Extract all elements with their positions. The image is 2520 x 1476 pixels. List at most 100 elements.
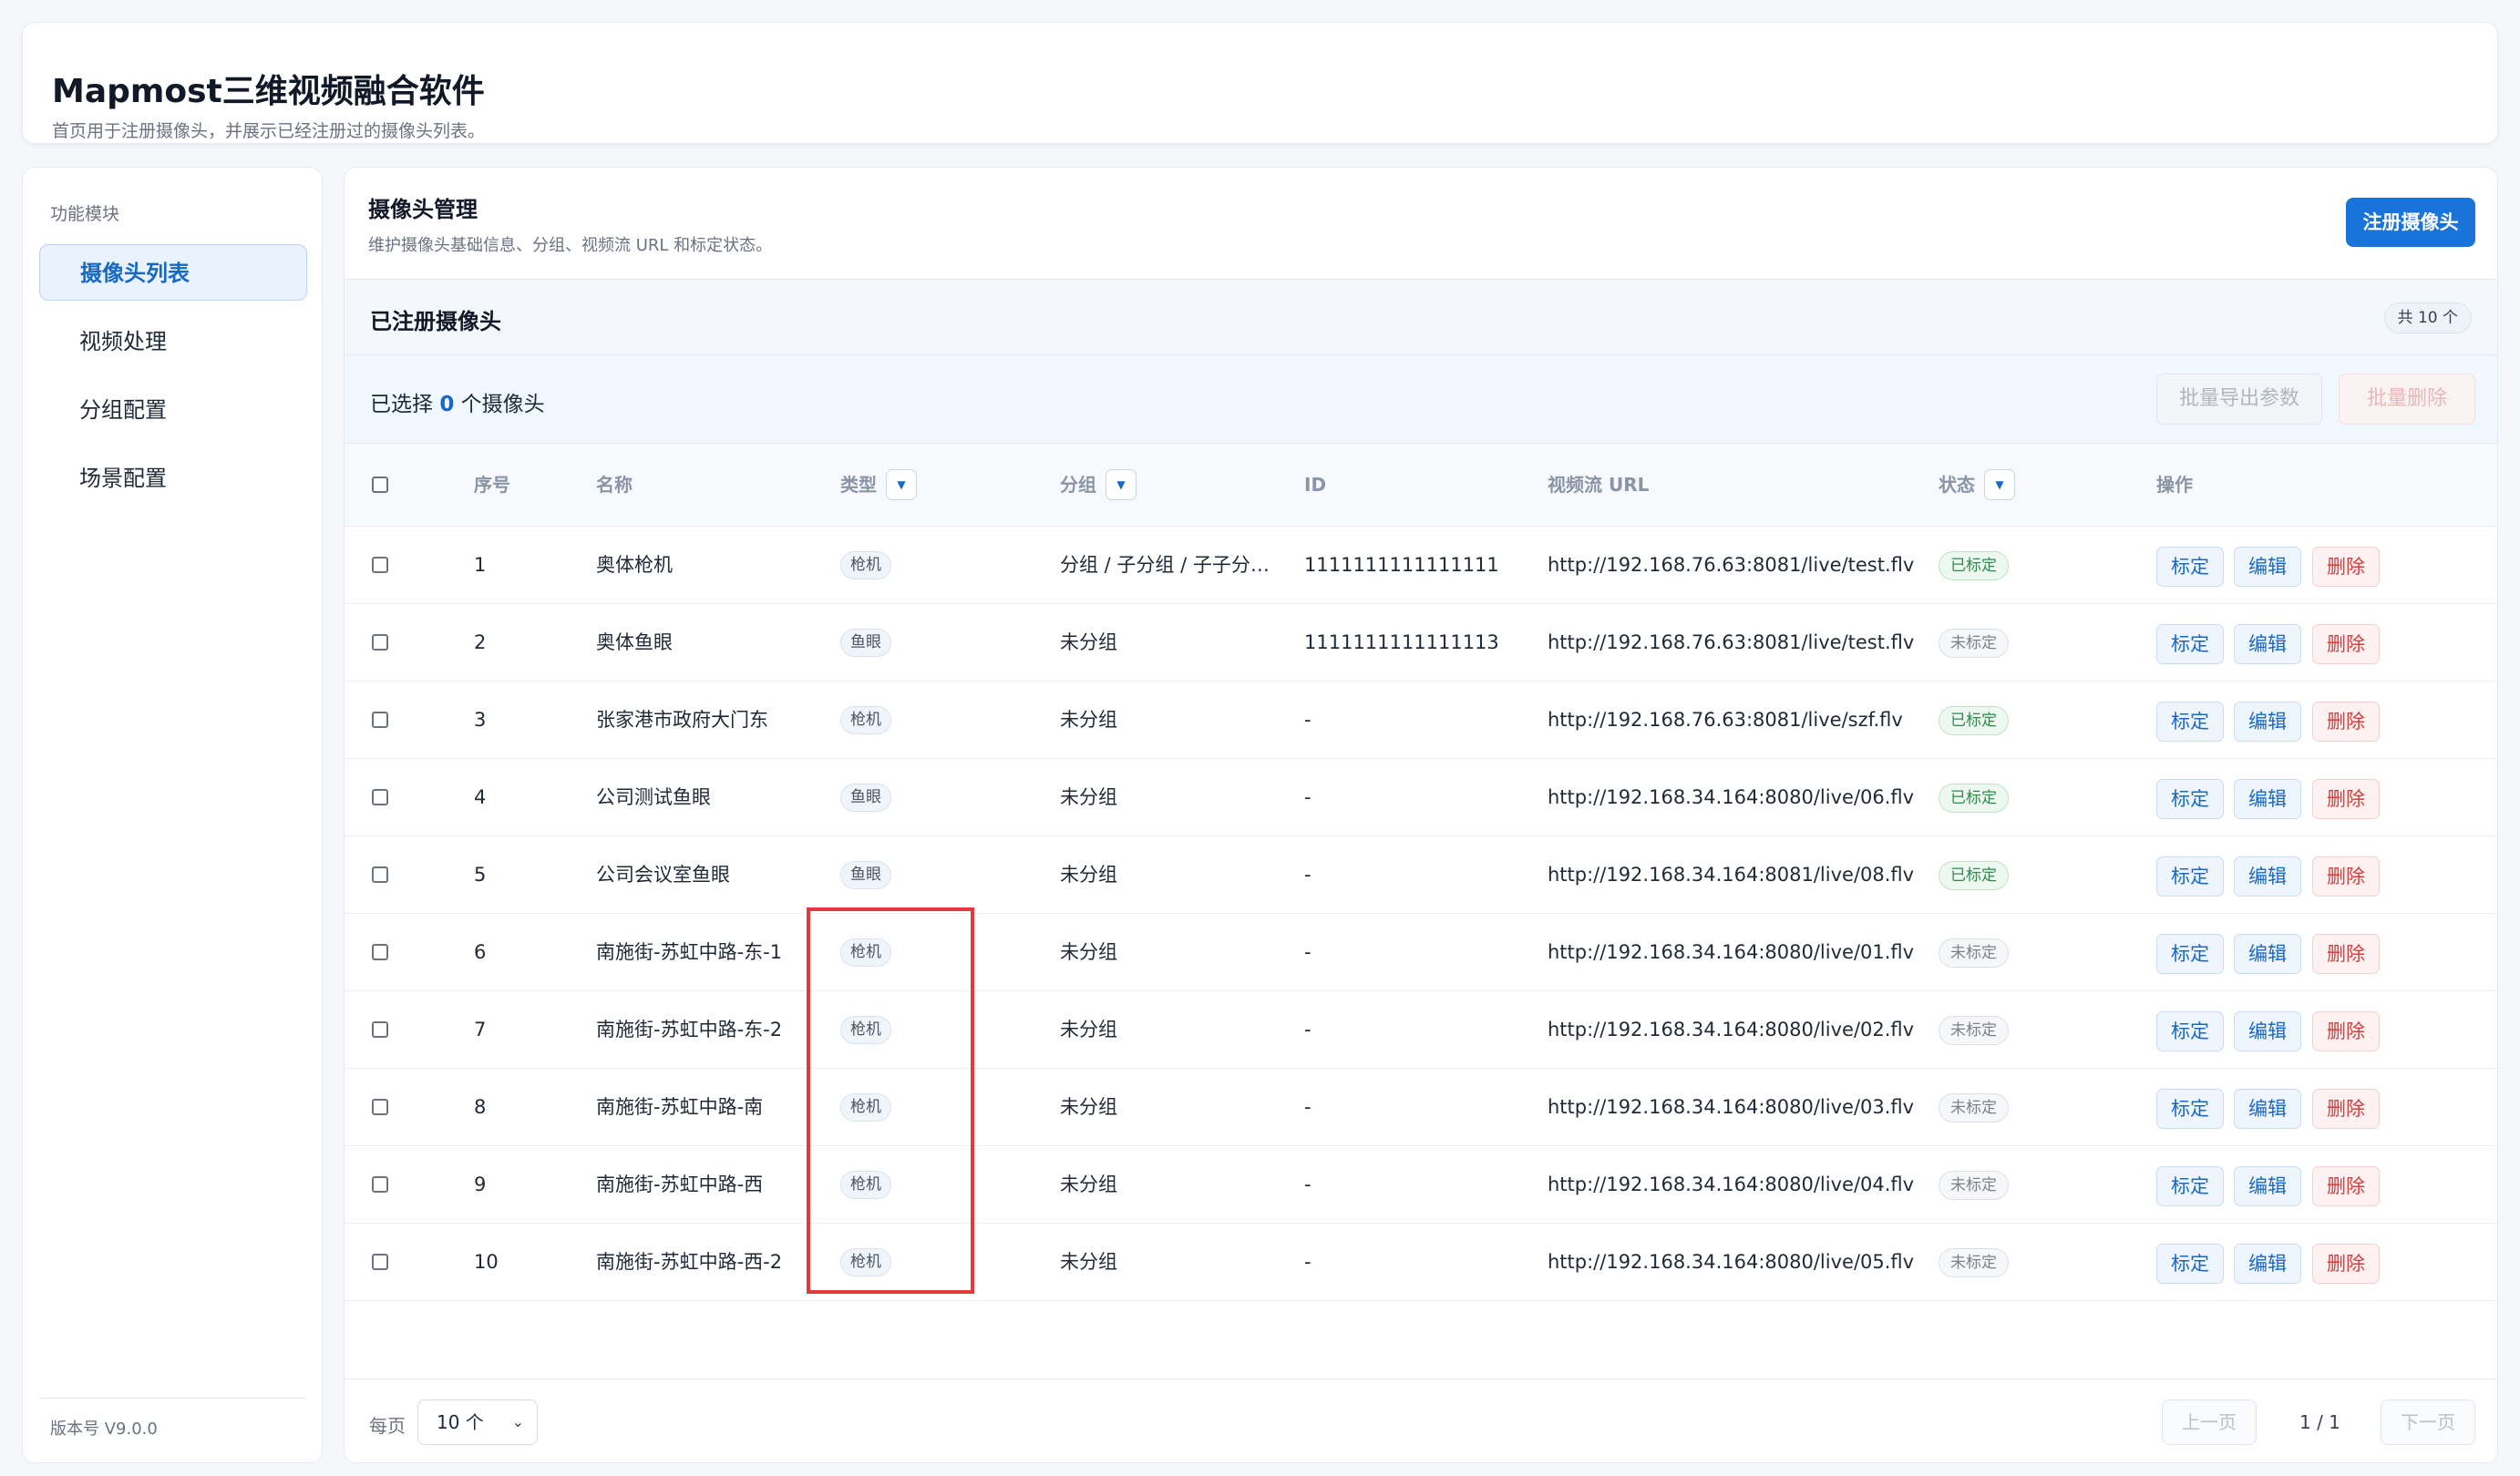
cell-id: 1111111111111113	[1304, 631, 1499, 653]
batch-export-button[interactable]: 批量导出参数	[2156, 374, 2322, 425]
calibrate-button[interactable]: 标定	[2156, 779, 2224, 819]
selection-text: 已选择 0 个摄像头	[370, 386, 545, 417]
cell-url: http://192.168.76.63:8081/live/szf.flv	[1548, 709, 1903, 731]
row-checkbox[interactable]	[372, 712, 388, 728]
pagination-bar: 每页 10 个 ⌄ 上一页 1 / 1 下一页	[345, 1379, 2497, 1462]
cell-url: http://192.168.34.164:8080/live/01.flv	[1548, 941, 1915, 963]
edit-button[interactable]: 编辑	[2234, 624, 2301, 664]
row-checkbox[interactable]	[372, 1021, 388, 1038]
calibrate-button[interactable]: 标定	[2156, 1089, 2224, 1129]
sidebar-item-video-processing[interactable]: 视频处理	[39, 313, 307, 370]
type-badge: 枪机	[840, 1093, 891, 1122]
delete-button[interactable]: 删除	[2312, 547, 2380, 587]
calibrate-button[interactable]: 标定	[2156, 934, 2224, 974]
app-title: Mapmost三维视频融合软件	[52, 73, 485, 110]
type-badge: 枪机	[840, 938, 891, 967]
type-badge: 鱼眼	[840, 629, 891, 657]
type-filter-chevron-down-icon[interactable]: ▼	[886, 468, 917, 500]
edit-button[interactable]: 编辑	[2234, 702, 2301, 742]
edit-button[interactable]: 编辑	[2234, 1011, 2301, 1051]
status-badge: 已标定	[1939, 551, 2009, 580]
row-checkbox[interactable]	[372, 1176, 388, 1193]
delete-button[interactable]: 删除	[2312, 1244, 2380, 1284]
type-badge: 枪机	[840, 1248, 891, 1276]
delete-button[interactable]: 删除	[2312, 856, 2380, 897]
cell-group: 分组 / 子分组 / 子子分…	[1060, 554, 1270, 576]
calibrate-button[interactable]: 标定	[2156, 1166, 2224, 1206]
row-checkbox[interactable]	[372, 557, 388, 573]
row-checkbox[interactable]	[372, 789, 388, 805]
delete-button[interactable]: 删除	[2312, 1166, 2380, 1206]
edit-button[interactable]: 编辑	[2234, 779, 2301, 819]
cell-name: 南施街-苏虹中路-西-2	[596, 1251, 783, 1273]
header-index: 序号	[474, 474, 510, 496]
row-checkbox[interactable]	[372, 866, 388, 883]
page-info: 1 / 1	[2299, 1411, 2340, 1433]
per-page-select[interactable]: 10 个 ⌄	[417, 1399, 538, 1445]
table-row: 6 南施街-苏虹中路-东-1 枪机 未分组 - http://192.168.34.164…	[345, 914, 2497, 991]
calibrate-button[interactable]: 标定	[2156, 702, 2224, 742]
calibrate-button[interactable]: 标定	[2156, 624, 2224, 664]
cell-index: 8	[474, 1096, 487, 1118]
selection-prefix: 已选择	[370, 393, 433, 416]
table-row: 2 奥体鱼眼 鱼眼 未分组 1111111111111113 http://192.168…	[345, 604, 2497, 682]
select-all-checkbox[interactable]	[372, 477, 388, 493]
status-filter-chevron-down-icon[interactable]: ▼	[1984, 468, 2015, 500]
table-row: 5 公司会议室鱼眼 鱼眼 未分组 - http://192.168.34.164:8081…	[345, 836, 2497, 914]
edit-button[interactable]: 编辑	[2234, 547, 2301, 587]
register-camera-button[interactable]: 注册摄像头	[2346, 198, 2475, 247]
table-row: 4 公司测试鱼眼 鱼眼 未分组 - http://192.168.34.164:8080/…	[345, 759, 2497, 836]
cell-id: -	[1304, 709, 1311, 731]
row-checkbox[interactable]	[372, 634, 388, 651]
cell-id: -	[1304, 1096, 1311, 1118]
calibrate-button[interactable]: 标定	[2156, 1011, 2224, 1051]
cell-name: 南施街-苏虹中路-东-1	[596, 941, 783, 963]
table-row: 8 南施街-苏虹中路-南 枪机 未分组 - http://192.168.34.164:8…	[345, 1069, 2497, 1146]
prev-page-button[interactable]: 上一页	[2162, 1399, 2257, 1445]
group-filter-chevron-down-icon[interactable]: ▼	[1106, 468, 1137, 500]
table-row: 10 南施街-苏虹中路-西-2 枪机 未分组 - http://192.168.34.16…	[345, 1224, 2497, 1301]
cell-url: http://192.168.34.164:8080/live/06.flv	[1548, 786, 1915, 808]
batch-delete-button[interactable]: 批量删除	[2339, 374, 2475, 425]
cell-id: 1111111111111111	[1304, 554, 1499, 576]
sidebar-item-group-config[interactable]: 分组配置	[39, 382, 307, 438]
edit-button[interactable]: 编辑	[2234, 934, 2301, 974]
delete-button[interactable]: 删除	[2312, 624, 2380, 664]
cell-url: http://192.168.34.164:8081/live/08.flv	[1548, 864, 1915, 886]
edit-button[interactable]: 编辑	[2234, 1244, 2301, 1284]
status-badge: 未标定	[1939, 629, 2009, 658]
cell-group: 未分组	[1060, 1174, 1117, 1195]
status-badge: 未标定	[1939, 1248, 2009, 1277]
row-checkbox[interactable]	[372, 944, 388, 960]
cell-group: 未分组	[1060, 631, 1117, 653]
sidebar-item-camera-list[interactable]: 摄像头列表	[39, 244, 307, 301]
delete-button[interactable]: 删除	[2312, 779, 2380, 819]
header-url: 视频流 URL	[1548, 474, 1650, 496]
next-page-button[interactable]: 下一页	[2381, 1399, 2475, 1445]
cell-id: -	[1304, 786, 1311, 808]
cell-url: http://192.168.76.63:8081/live/test.flv	[1548, 554, 1915, 576]
row-checkbox[interactable]	[372, 1099, 388, 1115]
calibrate-button[interactable]: 标定	[2156, 547, 2224, 587]
type-badge: 枪机	[840, 551, 891, 579]
calibrate-button[interactable]: 标定	[2156, 1244, 2224, 1284]
type-badge: 鱼眼	[840, 861, 891, 889]
edit-button[interactable]: 编辑	[2234, 1089, 2301, 1129]
cell-name: 奥体枪机	[596, 554, 673, 576]
header-name: 名称	[596, 474, 633, 496]
calibrate-button[interactable]: 标定	[2156, 856, 2224, 897]
header-group: 分组 ▼	[1060, 444, 1137, 527]
edit-button[interactable]: 编辑	[2234, 1166, 2301, 1206]
section-subtitle: 维护摄像头基础信息、分组、视频流 URL 和标定状态。	[368, 236, 773, 255]
sidebar-item-scene-config[interactable]: 场景配置	[39, 450, 307, 507]
delete-button[interactable]: 删除	[2312, 702, 2380, 742]
cell-id: -	[1304, 1174, 1311, 1195]
delete-button[interactable]: 删除	[2312, 1011, 2380, 1051]
table-row: 1 奥体枪机 枪机 分组 / 子分组 / 子子分… 1111111111111111 ht…	[345, 527, 2497, 604]
delete-button[interactable]: 删除	[2312, 934, 2380, 974]
row-checkbox[interactable]	[372, 1254, 388, 1270]
delete-button[interactable]: 删除	[2312, 1089, 2380, 1129]
edit-button[interactable]: 编辑	[2234, 856, 2301, 897]
cell-group: 未分组	[1060, 709, 1117, 731]
selection-suffix: 个摄像头	[460, 393, 545, 416]
